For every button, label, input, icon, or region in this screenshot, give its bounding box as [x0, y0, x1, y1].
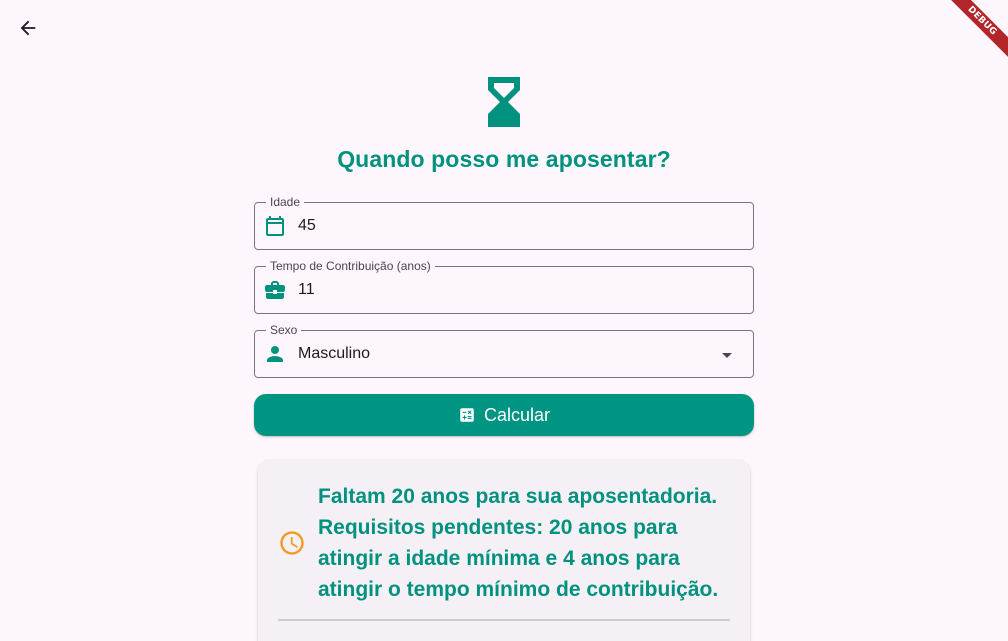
idade-field[interactable]: Idade — [254, 195, 754, 250]
page-title: Quando posso me aposentar? — [337, 146, 671, 172]
debug-banner: DEBUG — [938, 0, 1008, 70]
tempo-contribuicao-field[interactable]: Tempo de Contribuição (anos) — [254, 259, 754, 314]
dropdown-arrow-icon[interactable] — [715, 343, 739, 367]
clock-icon — [280, 531, 304, 555]
back-button[interactable] — [12, 12, 44, 44]
calculate-button-label: Calcular — [483, 404, 551, 425]
result-message: Faltam 20 anos para sua aposentadoria. R… — [318, 485, 719, 601]
briefcase-icon — [265, 281, 285, 299]
hourglass-icon — [488, 77, 520, 127]
tempo-contribuicao-input[interactable] — [298, 280, 698, 300]
idade-input[interactable] — [298, 216, 698, 236]
person-icon — [267, 346, 283, 362]
retirement-calculator-page: DEBUG Quando posso me aposentar? Idade T… — [0, 0, 1008, 641]
idade-label: Idade — [266, 195, 305, 209]
debug-banner-label: DEBUG — [943, 0, 1008, 60]
tempo-contribuicao-label: Tempo de Contribuição (anos) — [266, 259, 435, 273]
calculator-icon — [460, 408, 474, 422]
result-card: Faltam 20 anos para sua aposentadoria. R… — [258, 460, 750, 641]
result-divider — [278, 619, 730, 621]
arrow-back-icon — [20, 20, 36, 36]
sexo-select[interactable]: Sexo Masculino — [254, 323, 754, 378]
sexo-selected-value: Masculino — [298, 345, 371, 362]
sexo-label: Sexo — [266, 323, 302, 337]
calculate-button[interactable]: Calcular — [254, 394, 754, 436]
calendar-icon — [266, 216, 284, 236]
